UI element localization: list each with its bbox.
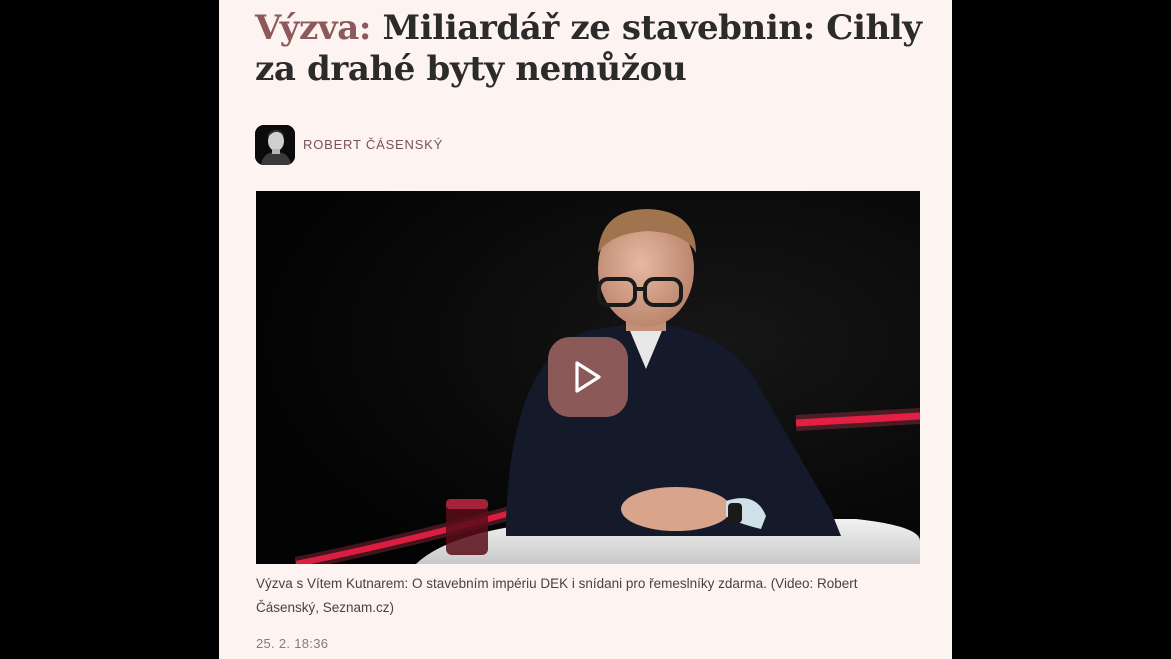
- video-player[interactable]: [256, 191, 920, 564]
- article-headline[interactable]: Výzva: Miliardář ze stavebnin: Cihly za …: [255, 8, 935, 90]
- play-icon: [575, 361, 601, 393]
- author-avatar[interactable]: [255, 124, 295, 165]
- author-byline[interactable]: ROBERT ČÁSENSKÝ: [255, 124, 443, 165]
- headline-prefix: Výzva:: [255, 8, 372, 48]
- author-name[interactable]: ROBERT ČÁSENSKÝ: [303, 137, 443, 152]
- video-caption: Výzva s Vítem Kutnarem: O stavebním impé…: [256, 576, 858, 615]
- publish-timestamp: 25. 2. 18:36: [256, 636, 329, 651]
- play-button[interactable]: [548, 337, 628, 417]
- article-panel: Výzva: Miliardář ze stavebnin: Cihly za …: [219, 0, 952, 659]
